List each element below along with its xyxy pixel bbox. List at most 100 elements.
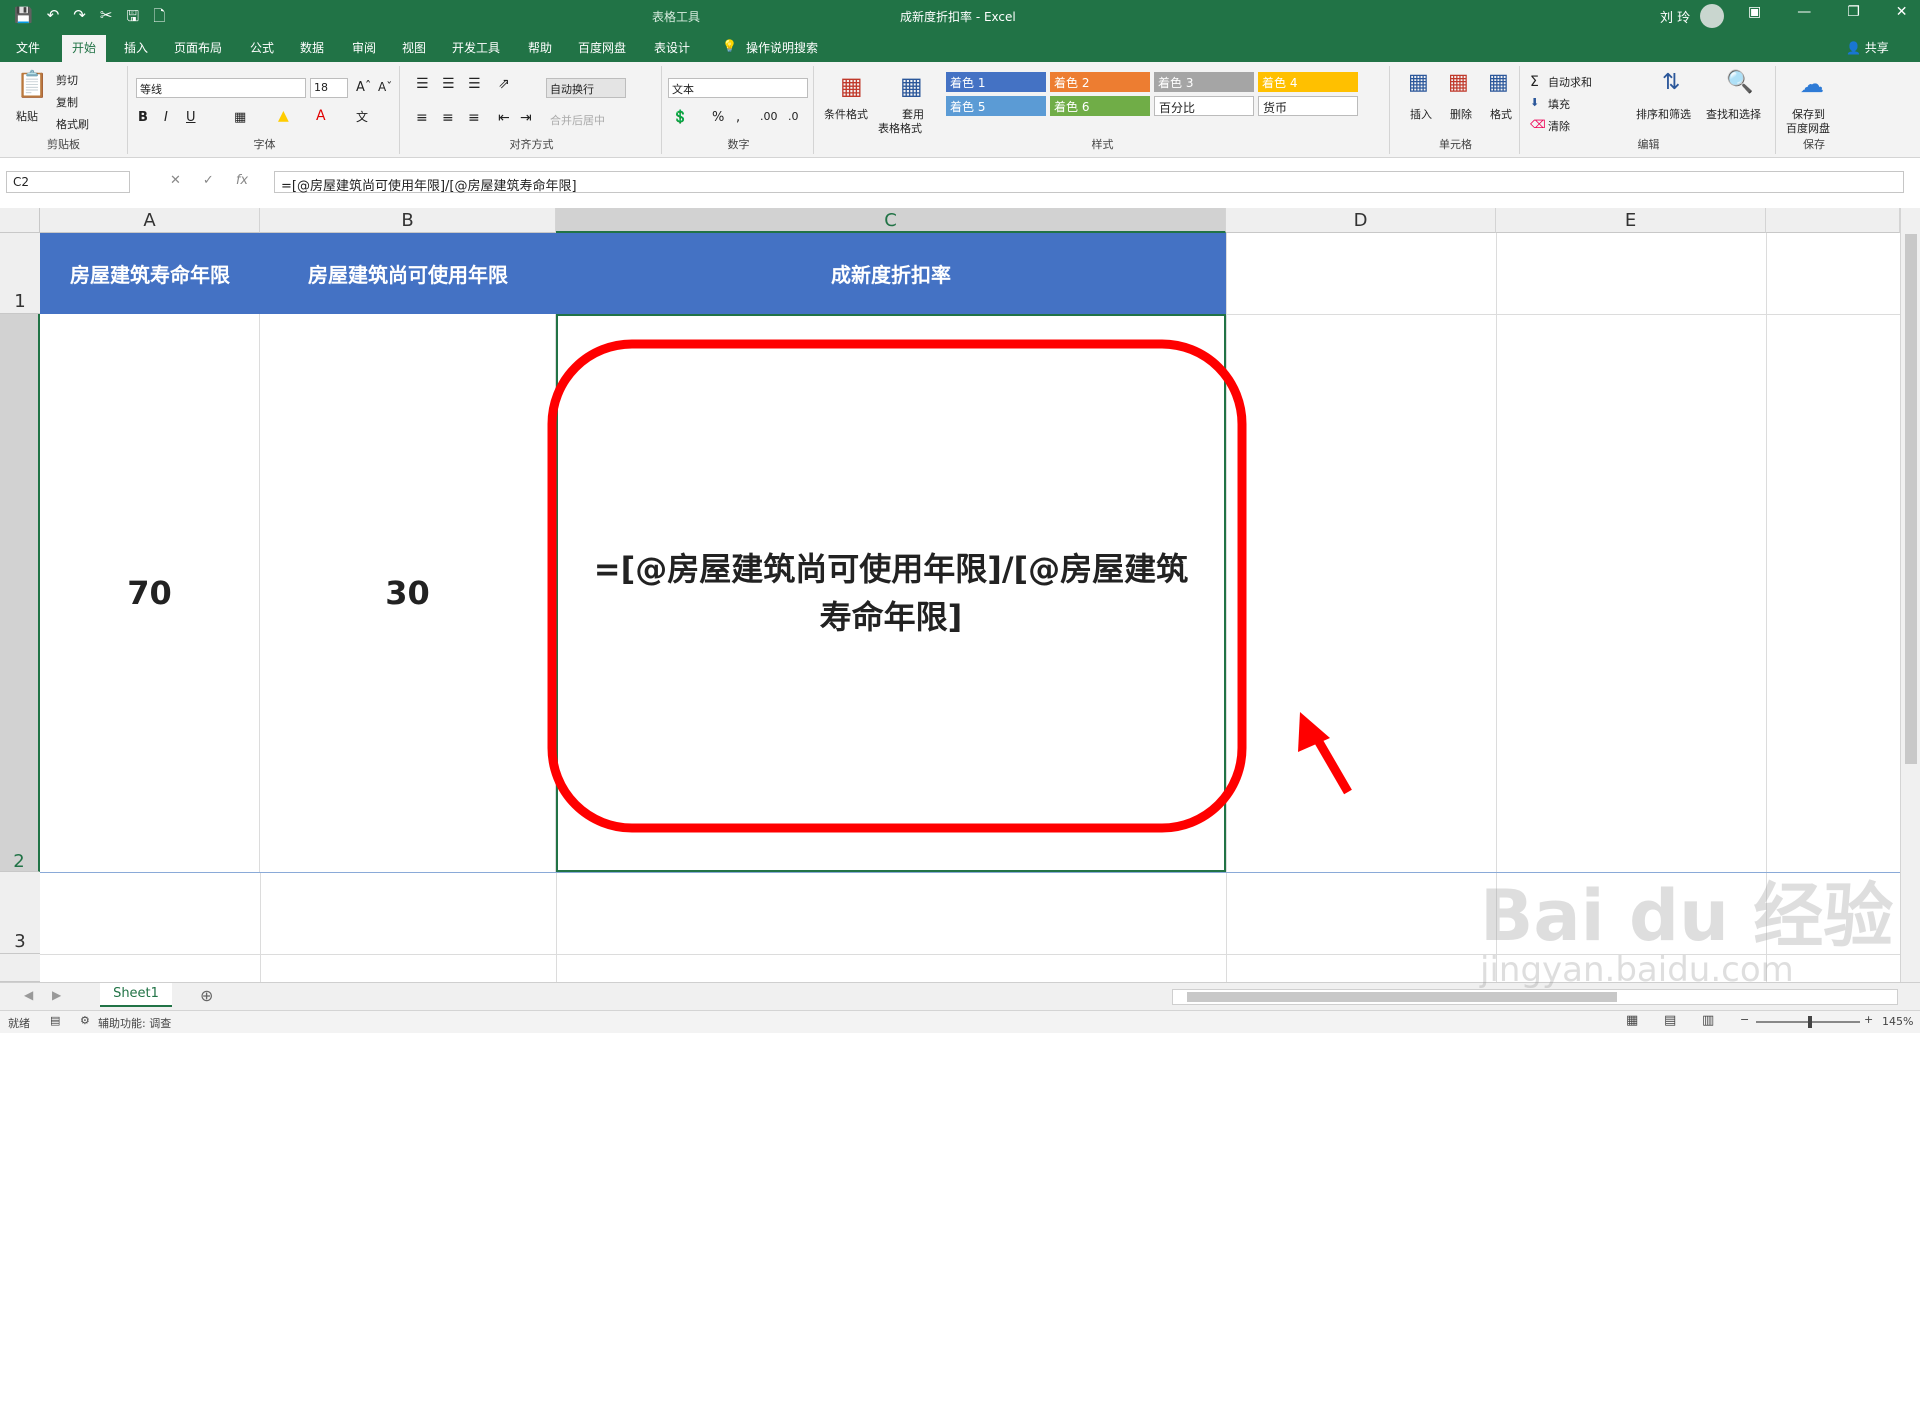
- tab-home[interactable]: 开始: [62, 35, 107, 62]
- horizontal-scroll-thumb[interactable]: [1187, 992, 1617, 1002]
- tab-formulas[interactable]: 公式: [250, 39, 274, 56]
- zoom-slider-thumb[interactable]: [1808, 1016, 1812, 1028]
- close-icon[interactable]: ✕: [1896, 4, 1908, 20]
- cell-style-item[interactable]: 货币: [1258, 96, 1358, 116]
- add-sheet-icon[interactable]: ⊕: [200, 986, 213, 1005]
- tab-baidu[interactable]: 百度网盘: [578, 39, 626, 56]
- sort-filter-button[interactable]: 排序和筛选: [1636, 106, 1691, 122]
- autosum-icon[interactable]: Σ: [1530, 74, 1539, 90]
- col-header-extra[interactable]: [1766, 208, 1900, 233]
- tab-data[interactable]: 数据: [300, 39, 324, 56]
- grow-font-icon[interactable]: Aˆ: [356, 80, 371, 95]
- accounting-icon[interactable]: 💲: [672, 110, 688, 125]
- row-header-2[interactable]: 2: [0, 314, 40, 872]
- wrap-text-button[interactable]: 自动换行: [546, 78, 626, 98]
- col-header-d[interactable]: D: [1226, 208, 1496, 233]
- sheet-tab-sheet1[interactable]: Sheet1: [100, 983, 172, 1007]
- save-to-line2[interactable]: 百度网盘: [1786, 120, 1830, 136]
- zoom-level[interactable]: 145%: [1882, 1015, 1913, 1028]
- merge-center-button[interactable]: 合并后居中: [550, 112, 605, 128]
- paste-icon[interactable]: 📋: [16, 70, 48, 100]
- table-format-line2[interactable]: 表格格式: [878, 120, 922, 136]
- save-icon[interactable]: 💾: [14, 6, 33, 31]
- saveas-icon[interactable]: 🖫: [126, 6, 139, 31]
- cell-style-item[interactable]: 着色 5: [946, 96, 1046, 116]
- format-cells-icon[interactable]: ▦: [1488, 70, 1509, 95]
- insert-cells-icon[interactable]: ▦: [1408, 70, 1429, 95]
- row-header-4[interactable]: [0, 954, 40, 982]
- cell-style-item[interactable]: 着色 3: [1154, 72, 1254, 92]
- ribbon-display-icon[interactable]: ▣: [1748, 4, 1761, 20]
- avatar[interactable]: [1700, 4, 1724, 28]
- zoom-in-icon[interactable]: +: [1864, 1013, 1873, 1026]
- redo-icon[interactable]: ↷: [73, 6, 86, 31]
- copy-button[interactable]: 复制: [56, 94, 78, 110]
- sort-filter-icon[interactable]: ⇅: [1662, 70, 1680, 95]
- cell-style-item[interactable]: 着色 2: [1050, 72, 1150, 92]
- align-bottom-icon[interactable]: ☰: [468, 76, 481, 92]
- cell-style-item[interactable]: 着色 4: [1258, 72, 1358, 92]
- tab-file[interactable]: 文件: [16, 39, 40, 56]
- increase-decimal-icon[interactable]: .00: [760, 110, 778, 123]
- clear-icon[interactable]: ⌫: [1530, 118, 1546, 131]
- select-all-corner[interactable]: [0, 208, 40, 233]
- baidu-cloud-icon[interactable]: ☁: [1800, 70, 1824, 98]
- accessibility-icon[interactable]: ⚙: [80, 1014, 90, 1027]
- cancel-icon[interactable]: ✕: [170, 173, 181, 188]
- insert-function-icon[interactable]: fx: [236, 173, 248, 188]
- fill-button[interactable]: 填充: [1548, 96, 1570, 112]
- table-header-cell[interactable]: 房屋建筑寿命年限: [40, 233, 260, 314]
- percent-icon[interactable]: %: [712, 110, 724, 125]
- align-top-icon[interactable]: ☰: [416, 76, 429, 92]
- underline-icon[interactable]: U: [186, 110, 196, 125]
- align-middle-icon[interactable]: ☰: [442, 76, 455, 92]
- tab-review[interactable]: 审阅: [352, 39, 376, 56]
- accessibility-status[interactable]: 辅助功能: 调查: [98, 1015, 171, 1031]
- table-format-icon[interactable]: ▦: [900, 72, 923, 100]
- font-size-select[interactable]: 18: [310, 78, 348, 98]
- tab-table-design[interactable]: 表设计: [654, 39, 690, 56]
- vertical-scrollbar[interactable]: [1900, 208, 1920, 982]
- minimize-icon[interactable]: —: [1797, 4, 1811, 20]
- phonetic-icon[interactable]: 文: [356, 108, 368, 125]
- align-left-icon[interactable]: ≡: [416, 110, 428, 126]
- fill-color-icon[interactable]: ▲: [278, 108, 289, 124]
- cell-style-item[interactable]: 着色 6: [1050, 96, 1150, 116]
- cell-style-item[interactable]: 着色 1: [946, 72, 1046, 92]
- undo-icon[interactable]: ↶: [47, 6, 60, 31]
- macro-record-icon[interactable]: ▤: [50, 1014, 60, 1027]
- tab-insert[interactable]: 插入: [124, 39, 148, 56]
- col-header-b[interactable]: B: [260, 208, 556, 233]
- tell-me-search[interactable]: 操作说明搜索: [746, 39, 818, 56]
- decrease-decimal-icon[interactable]: .0: [788, 110, 799, 123]
- new-icon[interactable]: 🗋: [153, 6, 165, 31]
- cut-button[interactable]: 剪切: [56, 72, 78, 88]
- table-data-cell[interactable]: 70: [40, 314, 260, 872]
- align-center-icon[interactable]: ≡: [442, 110, 454, 126]
- table-header-cell[interactable]: 房屋建筑尚可使用年限: [260, 233, 556, 314]
- autosum-button[interactable]: 自动求和: [1548, 74, 1592, 90]
- col-header-a[interactable]: A: [40, 208, 260, 233]
- format-cells-button[interactable]: 格式: [1490, 106, 1512, 122]
- col-header-e[interactable]: E: [1496, 208, 1766, 233]
- name-box[interactable]: C2: [6, 171, 130, 193]
- find-select-icon[interactable]: 🔍: [1726, 70, 1753, 95]
- delete-cells-icon[interactable]: ▦: [1448, 70, 1469, 95]
- orientation-icon[interactable]: ⇗: [498, 76, 510, 92]
- horizontal-scrollbar[interactable]: [1172, 989, 1898, 1005]
- align-right-icon[interactable]: ≡: [468, 110, 480, 126]
- tab-help[interactable]: 帮助: [528, 39, 552, 56]
- active-cell-c2[interactable]: =[@房屋建筑尚可使用年限]/[@房屋建筑寿命年限]: [556, 314, 1226, 872]
- bold-icon[interactable]: B: [138, 110, 148, 125]
- table-data-cell[interactable]: 30: [260, 314, 556, 872]
- share-button[interactable]: 👤 共享: [1846, 39, 1889, 56]
- border-icon[interactable]: ▦: [234, 110, 246, 125]
- next-sheet-icon[interactable]: ▶: [52, 988, 61, 1002]
- formula-input[interactable]: =[@房屋建筑尚可使用年限]/[@房屋建筑寿命年限]: [274, 171, 1904, 194]
- table-header-cell[interactable]: 成新度折扣率: [556, 233, 1226, 314]
- page-break-view-icon[interactable]: ▥: [1702, 1013, 1714, 1028]
- col-header-c[interactable]: C: [556, 208, 1226, 233]
- delete-cells-button[interactable]: 删除: [1450, 106, 1472, 122]
- enter-icon[interactable]: ✓: [203, 173, 214, 188]
- zoom-out-icon[interactable]: −: [1740, 1013, 1749, 1026]
